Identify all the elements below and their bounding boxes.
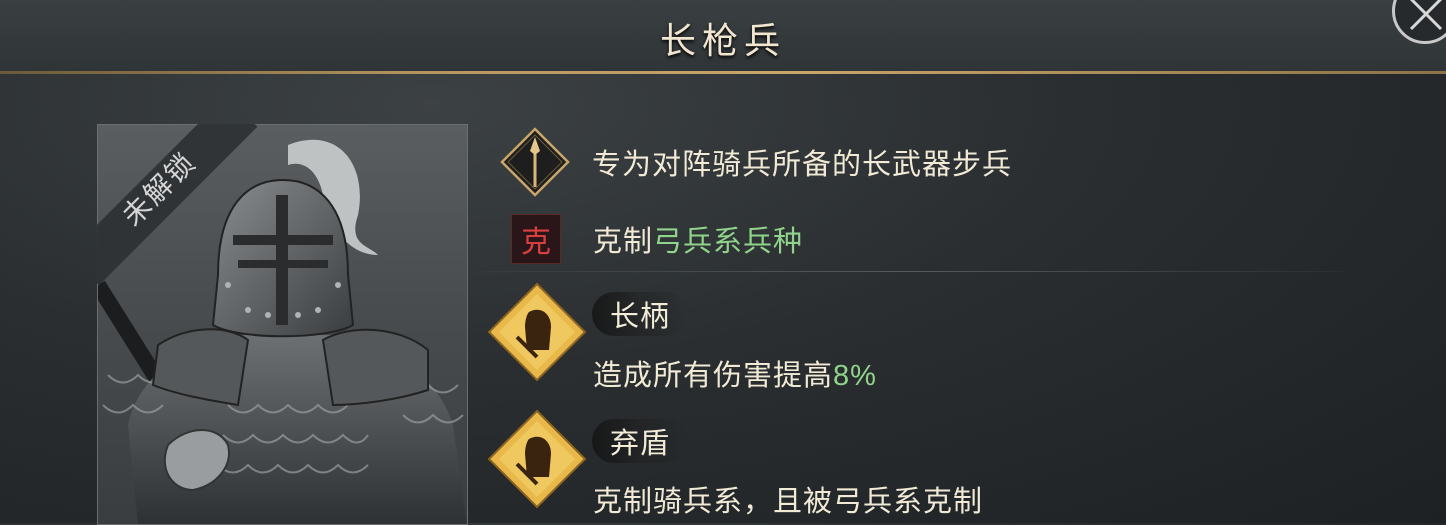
- counter-text: 克制弓兵系兵种: [593, 218, 803, 260]
- skill-2-description: 克制骑兵系，且被弓兵系克制: [593, 486, 984, 518]
- counter-row: 克 克制弓兵系兵种: [500, 214, 803, 264]
- counter-glyph: 克: [521, 225, 551, 260]
- skill-1-icon[interactable]: [487, 282, 587, 382]
- close-button[interactable]: [1392, 0, 1446, 44]
- unit-description: 专为对阵骑兵所备的长武器步兵: [592, 149, 1013, 181]
- skill-1-name-tag: 长柄: [592, 292, 689, 336]
- counter-icon: 克: [511, 214, 561, 264]
- spear-icon: [500, 127, 570, 197]
- skill-2-name-tag: 弃盾: [592, 419, 689, 463]
- skill-1-name: 长柄: [610, 301, 671, 333]
- skill-2-name: 弃盾: [610, 428, 671, 460]
- skill-1-desc-text: 造成所有伤害提高: [593, 360, 834, 392]
- counter-target: 弓兵系兵种: [653, 226, 804, 258]
- spearman-illustration: [98, 139, 467, 524]
- skill-1-description: 造成所有伤害提高8%: [593, 352, 877, 394]
- unit-description-row: 专为对阵骑兵所备的长武器步兵: [500, 127, 1012, 197]
- skill-1-desc-value: 8%: [833, 360, 877, 392]
- page-title: 长枪兵: [659, 21, 786, 62]
- skill-2-icon[interactable]: [487, 409, 587, 509]
- section-divider: [482, 271, 1342, 272]
- title-bar: 长枪兵: [0, 0, 1446, 72]
- close-icon: [1409, 0, 1443, 31]
- unit-portrait: [97, 124, 468, 525]
- counter-prefix: 克制: [593, 226, 654, 258]
- header-divider: [0, 71, 1446, 74]
